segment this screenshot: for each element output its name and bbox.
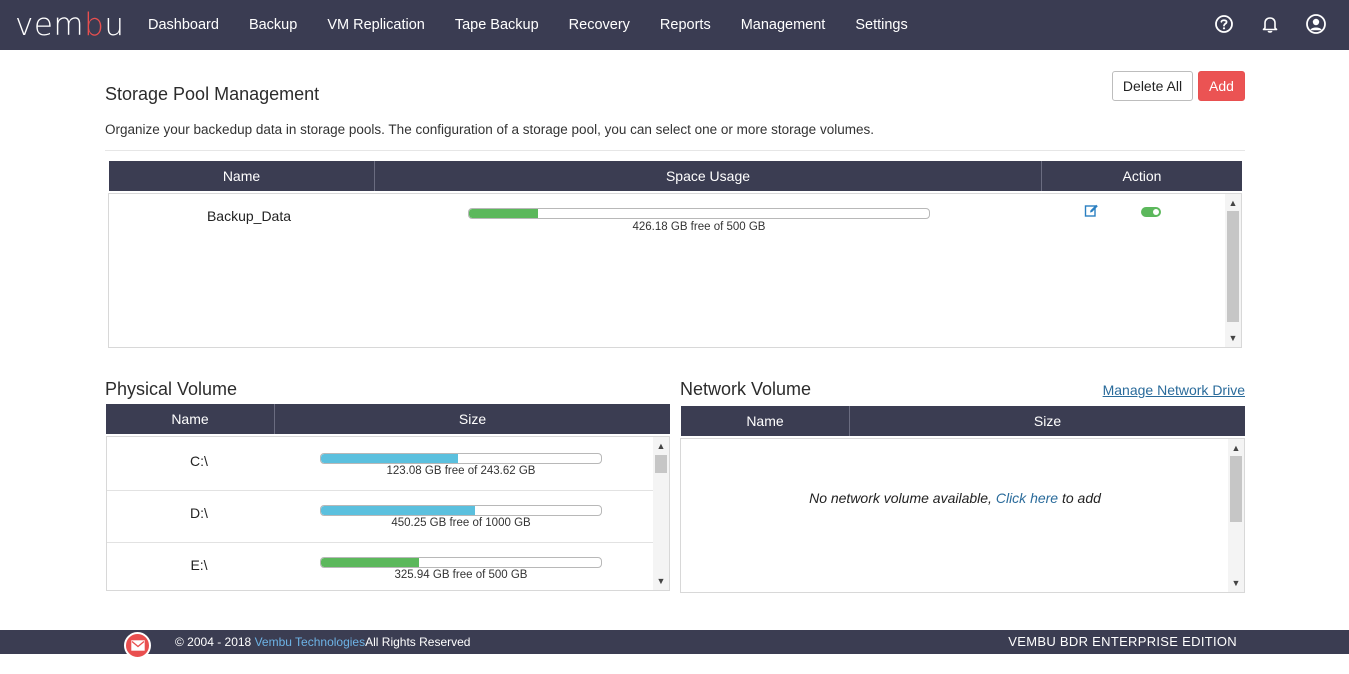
top-navigation-bar: vembu Dashboard Backup VM Replication Ta…: [0, 0, 1349, 50]
column-header-name[interactable]: Name: [106, 404, 275, 434]
volume-name: E:\: [190, 557, 208, 573]
space-usage-fill: [469, 209, 538, 218]
pool-name: Backup_Data: [206, 208, 292, 224]
table-row[interactable]: E:\ 325.94 GB free of 500 GB: [107, 543, 653, 590]
nav-dashboard[interactable]: Dashboard: [133, 0, 234, 50]
help-icon[interactable]: [1213, 13, 1235, 35]
company-link[interactable]: Vembu Technologies: [255, 635, 366, 649]
nav-backup[interactable]: Backup: [234, 0, 312, 50]
vembu-logo[interactable]: vembu: [15, 8, 124, 42]
column-header-size[interactable]: Size: [850, 406, 1245, 436]
volume-usage-text: 123.08 GB free of 243.62 GB: [386, 465, 536, 477]
edit-icon[interactable]: [1084, 203, 1099, 218]
scroll-down-arrow[interactable]: ▼: [1228, 576, 1244, 590]
scroll-down-arrow[interactable]: ▼: [653, 574, 669, 588]
network-volume-table-header: Name Size: [681, 406, 1245, 436]
column-header-action: Action: [1122, 168, 1162, 184]
physical-volume-table-body: C:\ 123.08 GB free of 243.62 GB D:\ 450.…: [106, 436, 670, 591]
footer: © 2004 - 2018 Vembu TechnologiesAll Righ…: [0, 630, 1349, 659]
table-row[interactable]: D:\ 450.25 GB free of 1000 GB: [107, 491, 653, 543]
divider: [105, 150, 1245, 151]
physical-volume-title: Physical Volume: [105, 379, 238, 399]
envelope-icon: [130, 640, 145, 651]
copyright-suffix: All Rights Reserved: [365, 635, 471, 649]
empty-message-prefix: No network volume available,: [809, 490, 992, 506]
top-icons: [1213, 13, 1327, 35]
space-usage-text: 426.18 GB free of 500 GB: [632, 221, 766, 233]
delete-all-button[interactable]: Delete All: [1112, 71, 1193, 101]
feedback-mail-icon[interactable]: [124, 632, 151, 659]
bell-icon[interactable]: [1259, 13, 1281, 35]
scroll-thumb[interactable]: [655, 455, 667, 473]
storage-pool-table-header: Name Space Usage Action: [109, 161, 1242, 191]
volume-name: C:\: [190, 453, 208, 469]
logo-text: vem: [15, 7, 85, 43]
nav-recovery[interactable]: Recovery: [554, 0, 645, 50]
volume-usage-text: 325.94 GB free of 500 GB: [394, 569, 528, 581]
nav-settings[interactable]: Settings: [840, 0, 922, 50]
volume-usage-fill: [321, 454, 459, 463]
scroll-down-arrow[interactable]: ▼: [1225, 331, 1241, 345]
nav-management[interactable]: Management: [726, 0, 841, 50]
manage-network-drive-link[interactable]: Manage Network Drive: [1103, 382, 1245, 398]
table-row[interactable]: Backup_Data 426.18 GB free of 500 GB: [109, 194, 1225, 234]
volume-usage-bar: [320, 453, 602, 464]
volume-name: D:\: [190, 505, 208, 521]
logo-accent: b: [84, 7, 105, 43]
click-here-link[interactable]: Click here: [996, 490, 1058, 506]
logo-text-tail: u: [104, 7, 125, 43]
physical-volume-table-header: Name Size: [106, 404, 670, 434]
empty-message-suffix: to add: [1061, 490, 1101, 506]
nav-reports[interactable]: Reports: [645, 0, 726, 50]
copyright-prefix: © 2004 - 2018: [175, 635, 252, 649]
enable-toggle[interactable]: [1141, 207, 1161, 217]
nav-tape-backup[interactable]: Tape Backup: [440, 0, 554, 50]
volume-usage-bar: [320, 505, 602, 516]
column-header-name[interactable]: Name: [681, 406, 850, 436]
main-nav: Dashboard Backup VM Replication Tape Bac…: [133, 0, 923, 50]
page-title: Storage Pool Management: [105, 84, 320, 104]
scroll-up-arrow[interactable]: ▲: [1228, 441, 1244, 455]
physical-volume-scrollbar[interactable]: ▲ ▼: [653, 437, 669, 590]
network-volume-table-body: No network volume available, Click here …: [680, 438, 1245, 593]
volume-usage-fill: [321, 506, 475, 515]
toggle-knob: [1153, 209, 1159, 215]
volume-usage-bar: [320, 557, 602, 568]
add-button[interactable]: Add: [1198, 71, 1245, 101]
column-header-space-usage[interactable]: Space Usage: [375, 161, 1042, 191]
column-header-name[interactable]: Name: [109, 161, 375, 191]
volume-usage-text: 450.25 GB free of 1000 GB: [391, 517, 531, 529]
space-usage-bar: [468, 208, 930, 219]
user-icon[interactable]: [1305, 13, 1327, 35]
scroll-thumb[interactable]: [1227, 211, 1239, 322]
edition-label: VEMBU BDR ENTERPRISE EDITION: [1008, 634, 1237, 649]
copyright-text: © 2004 - 2018 Vembu TechnologiesAll Righ…: [175, 635, 470, 649]
scroll-up-arrow[interactable]: ▲: [1225, 196, 1241, 210]
volume-usage-fill: [321, 558, 419, 567]
page-description: Organize your backedup data in storage p…: [105, 122, 874, 137]
network-volume-title: Network Volume: [680, 379, 812, 399]
storage-pool-scrollbar[interactable]: ▲ ▼: [1225, 194, 1241, 347]
scroll-up-arrow[interactable]: ▲: [653, 439, 669, 453]
scroll-thumb[interactable]: [1230, 456, 1242, 522]
storage-pool-table-body: Backup_Data 426.18 GB free of 500 GB ▲ ▼: [108, 193, 1242, 348]
nav-vm-replication[interactable]: VM Replication: [312, 0, 440, 50]
column-header-size[interactable]: Size: [275, 404, 670, 434]
table-row[interactable]: C:\ 123.08 GB free of 243.62 GB: [107, 437, 653, 490]
network-volume-scrollbar[interactable]: ▲ ▼: [1228, 439, 1244, 592]
empty-network-volume-message: No network volume available, Click here …: [681, 490, 1229, 506]
